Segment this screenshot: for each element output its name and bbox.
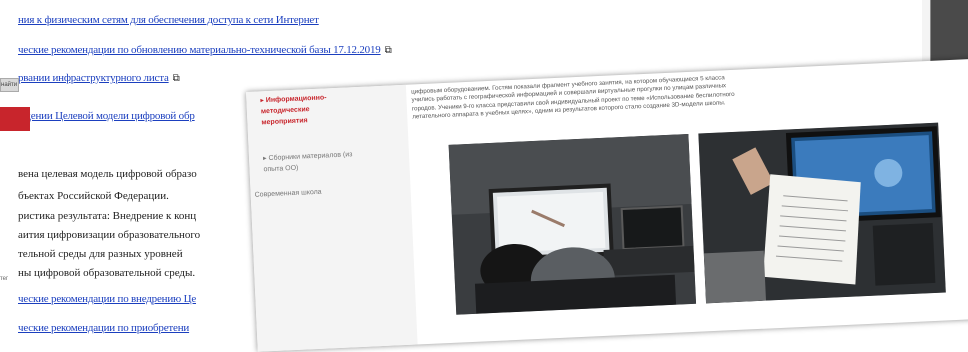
doc-text-line: тельной среды для разных уровней xyxy=(18,248,183,260)
article-photo-students-laptop xyxy=(448,133,697,315)
external-link-icon[interactable]: ⧉ xyxy=(173,73,180,84)
red-menu-bar xyxy=(0,107,30,131)
doc-link-internet-access[interactable]: ния к физическим сетям для обеспечения д… xyxy=(18,14,319,26)
article-sidebar: ▸ Информационно- методические мероприяти… xyxy=(246,84,418,352)
doc-text-line: ны цифровой образовательной среды. xyxy=(18,267,196,279)
doc-link-target-model[interactable]: ждении Целевой модели цифровой обр xyxy=(18,110,195,122)
external-link-icon[interactable]: ⧉ xyxy=(385,45,392,56)
doc-link-materials-recommendations[interactable]: ческие рекомендации по обновлению матери… xyxy=(18,44,381,56)
sidebar-item-collections[interactable]: ▸ Сборники материалов (из опыта ОО) xyxy=(263,149,353,175)
doc-link-infrastructure-sheet[interactable]: рвании инфраструктурного листа xyxy=(18,72,169,84)
article-photo-handout-monitor xyxy=(698,122,946,304)
sidebar-item-modern-school[interactable]: Современная школа xyxy=(254,187,322,201)
sidebar-item-methodical-events[interactable]: ▸ Информационно- методические мероприяти… xyxy=(260,92,328,128)
doc-text-line: аития цифровизации образовательного xyxy=(18,229,201,241)
doc-link-row-infrastructure: рвании инфраструктурного листа ⧉ xyxy=(18,68,180,86)
doc-paragraph-result: ристика результата: Внедрение к конц аит… xyxy=(18,207,200,283)
doc-paragraph-model: вена целевая модель цифровой образо бъек… xyxy=(18,163,197,207)
search-button[interactable]: найти xyxy=(0,78,19,92)
doc-text-line: вена целевая модель цифровой образо xyxy=(18,168,197,180)
doc-link-row-materials: ческие рекомендации по обновлению матери… xyxy=(18,40,392,58)
foreground-article-window: ▸ Информационно- методические мероприяти… xyxy=(246,58,968,352)
doc-link-acquisition[interactable]: ческие рекомендации по приобретени xyxy=(18,322,189,334)
side-label: тег xyxy=(0,276,9,282)
doc-link-implementation[interactable]: ческие рекомендации по внедрению Це xyxy=(18,293,196,305)
doc-text-line: бъектах Российской Федерации. xyxy=(18,190,169,202)
doc-text-line: ристика результата: Внедрение к конц xyxy=(18,210,197,222)
